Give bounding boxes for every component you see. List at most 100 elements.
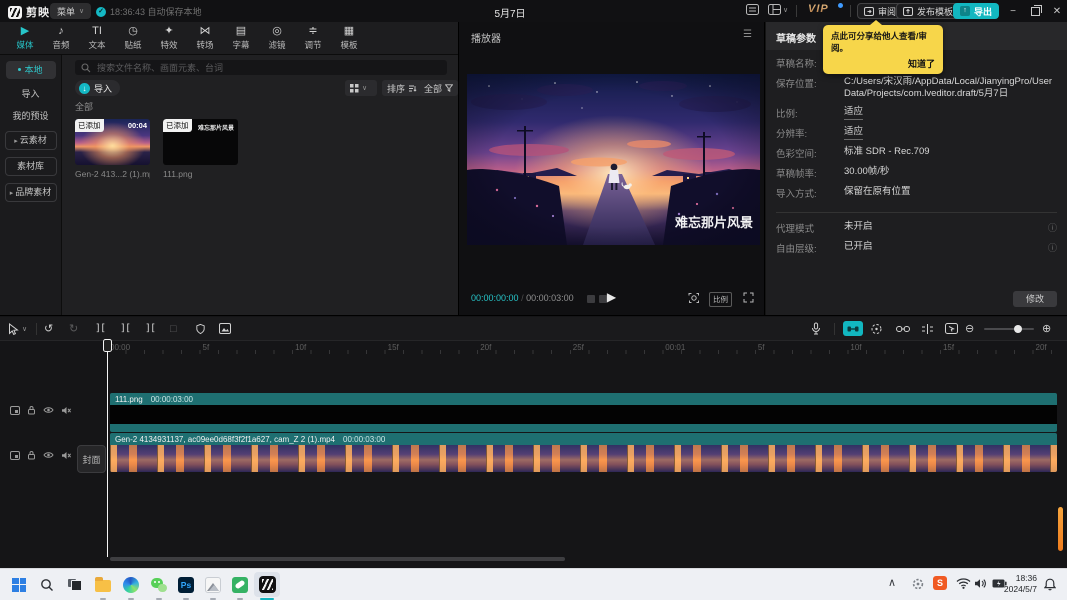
module-tab-media[interactable]: ▶ 媒体 [8, 24, 42, 51]
restore-button[interactable] [1024, 0, 1046, 22]
publish-template-button[interactable]: 发布模板 [896, 3, 961, 19]
task-view-button[interactable] [62, 572, 88, 597]
playback-option-icon-2[interactable] [599, 295, 607, 303]
mute-speaker-icon[interactable] [61, 406, 72, 415]
sidebar-item-my-presets[interactable]: 我的预设 [6, 109, 56, 123]
menu-button[interactable]: 菜单 ∨ [50, 3, 92, 19]
track-collapse-icon[interactable] [10, 450, 20, 460]
edge-button[interactable] [118, 572, 144, 597]
sidebar-item-asset-library[interactable]: 素材库 [4, 157, 57, 176]
zoom-slider-handle[interactable] [1014, 325, 1022, 333]
module-tab-audio[interactable]: ♪ 音频 [44, 24, 78, 51]
tooltip-confirm-button[interactable]: 知道了 [831, 57, 935, 70]
import-button[interactable]: ↓ 导入 [75, 80, 121, 96]
wechat-button[interactable] [146, 572, 172, 597]
playhead-handle[interactable] [103, 339, 112, 352]
player-menu-icon[interactable]: ☰ [743, 29, 752, 40]
info-icon[interactable]: ⓘ [1048, 241, 1057, 254]
filter-button[interactable]: 全部 [419, 80, 458, 96]
sidebar-item-local[interactable]: 本地 [5, 61, 56, 79]
lock-icon[interactable] [27, 405, 36, 415]
field-value[interactable]: 适应 [844, 126, 864, 140]
module-tab-filter[interactable]: ◎ 滤镜 [260, 24, 294, 51]
chevron-down-icon[interactable]: ∨ [22, 317, 27, 340]
module-tab-text[interactable]: TI 文本 [80, 24, 114, 51]
module-tab-captions[interactable]: ▤ 字幕 [224, 24, 258, 51]
media-thumbnail[interactable]: 已添加 难忘那片风景 [163, 119, 238, 165]
zoom-out-icon[interactable]: ⊖ [965, 317, 974, 340]
photo-viewer-button[interactable] [200, 572, 226, 597]
vip-badge[interactable]: VIP [808, 3, 829, 15]
mirror-image-icon[interactable] [219, 317, 231, 340]
field-value[interactable]: 适应 [844, 106, 864, 120]
search-input[interactable] [95, 61, 441, 74]
delete-left-icon[interactable]: ][ [120, 317, 131, 340]
timeline-horizontal-scrollbar[interactable] [110, 557, 565, 561]
preview-zoom-icon[interactable] [688, 292, 700, 304]
timeline-ruler[interactable]: 00:00 5f 10f 15f 20f 25f 00:01 5f 10f 15f 20f [107, 342, 1057, 355]
mute-speaker-icon[interactable] [61, 451, 72, 460]
workspace-layout-icon[interactable]: ∨ [768, 4, 788, 15]
view-mode-button[interactable]: ∨ [345, 80, 377, 96]
linkage-icon[interactable] [896, 317, 910, 340]
export-button[interactable]: ↑ 导出 [953, 3, 1000, 19]
ratio-button[interactable]: 比例 [709, 292, 732, 307]
redo-icon[interactable]: ↻ [69, 317, 78, 340]
record-voiceover-icon[interactable] [810, 317, 822, 340]
eye-icon[interactable] [43, 406, 54, 414]
cover-button[interactable]: 封面 [77, 445, 106, 473]
photoshop-button[interactable]: Ps [173, 572, 199, 597]
freeze-frame-icon[interactable] [195, 317, 206, 340]
timeline-zoom-slider[interactable] [984, 325, 1034, 333]
timeline-vertical-scrollbar[interactable] [1058, 507, 1063, 551]
playback-option-icon-1[interactable] [587, 295, 595, 303]
tray-settings-icon[interactable] [911, 577, 925, 591]
module-tab-effects[interactable]: ✦ 特效 [152, 24, 186, 51]
lock-icon[interactable] [27, 450, 36, 460]
preview-video[interactable]: 难忘那片风景 [467, 74, 760, 245]
close-button[interactable]: ✕ [1046, 0, 1067, 22]
eye-icon[interactable] [43, 451, 54, 459]
timeline-clip-video[interactable]: Gen-2 4134931137, ac09ee0d68f3f2f1a627, … [110, 433, 1057, 472]
media-item[interactable]: 已添加 难忘那片风景 111.png [163, 119, 238, 179]
modify-button[interactable]: 修改 [1013, 291, 1057, 307]
module-tab-adjust[interactable]: ≑ 调节 [296, 24, 330, 51]
module-tab-transition[interactable]: ⋈ 转场 [188, 24, 222, 51]
clock[interactable]: 18:36 2024/5/7 [1004, 573, 1037, 595]
auto-snap-icon[interactable] [870, 317, 883, 340]
preview-axis-icon[interactable] [921, 317, 934, 340]
info-icon[interactable]: ⓘ [1048, 221, 1057, 234]
panel-layout-icon[interactable] [746, 4, 759, 15]
sort-button[interactable]: 排序 [382, 80, 423, 96]
search-bar[interactable] [75, 60, 447, 75]
notes-app-button[interactable] [227, 572, 253, 597]
sogou-input-icon[interactable]: S [933, 576, 947, 590]
play-button[interactable]: ▶ [607, 290, 616, 304]
undo-icon[interactable]: ↺ [44, 317, 53, 340]
main-track-magnet-toggle[interactable] [843, 321, 863, 336]
split-icon[interactable]: ][ [95, 317, 106, 340]
tray-expand-icon[interactable]: ∧ [888, 576, 896, 589]
media-thumbnail[interactable]: 已添加 00:04 [75, 119, 150, 165]
volume-icon[interactable] [974, 578, 987, 589]
zoom-in-icon[interactable]: ⊕ [1042, 317, 1051, 340]
delete-right-icon[interactable]: ][ [145, 317, 156, 340]
taskbar-search-button[interactable] [34, 572, 60, 597]
timeline-clip-image[interactable]: 111.png 00:00:03:00 [110, 393, 1057, 432]
media-item[interactable]: 已添加 00:04 Gen-2 413...2 (1).mp4 [75, 119, 150, 179]
jianying-button[interactable] [254, 572, 280, 597]
start-button[interactable] [6, 572, 32, 597]
wifi-icon[interactable] [956, 578, 971, 589]
select-tool-icon[interactable] [8, 317, 19, 340]
sidebar-item-cloud-assets[interactable]: ▸ 云素材 [4, 131, 57, 150]
module-tab-template[interactable]: ▦ 模板 [332, 24, 366, 51]
delete-icon[interactable]: □ [170, 317, 177, 340]
track-collapse-icon[interactable] [10, 405, 20, 415]
module-tab-sticker[interactable]: ◷ 贴纸 [116, 24, 150, 51]
minimize-button[interactable]: − [1002, 0, 1024, 22]
file-explorer-button[interactable] [90, 572, 116, 597]
sidebar-item-import[interactable]: 导入 [6, 87, 56, 101]
fit-timeline-icon[interactable] [945, 317, 958, 340]
sidebar-item-brand-assets[interactable]: ▸ 品牌素材 [4, 183, 57, 202]
notification-bell-icon[interactable] [1044, 578, 1056, 591]
